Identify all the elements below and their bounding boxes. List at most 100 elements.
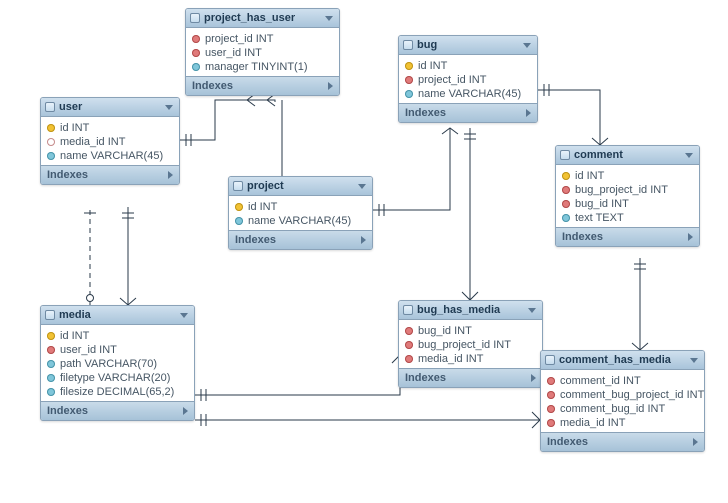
column-row[interactable]: project_id INT bbox=[190, 32, 335, 46]
column-row[interactable]: name VARCHAR(45) bbox=[45, 149, 175, 163]
column-row[interactable]: filesize DECIMAL(65,2) bbox=[45, 385, 190, 399]
column-row[interactable]: id INT bbox=[233, 200, 368, 214]
entity-user[interactable]: user id INT media_id INT name VARCHAR(45… bbox=[40, 97, 180, 185]
chevron-right-icon bbox=[168, 171, 173, 179]
column-list: project_id INT user_id INT manager TINYI… bbox=[186, 28, 339, 76]
fk-icon bbox=[405, 76, 413, 84]
entity-project-has-user[interactable]: project_has_user project_id INT user_id … bbox=[185, 8, 340, 96]
column-row[interactable]: text TEXT bbox=[560, 211, 695, 225]
chevron-right-icon bbox=[531, 374, 536, 382]
entity-bug[interactable]: bug id INT project_id INT name VARCHAR(4… bbox=[398, 35, 538, 123]
column-row[interactable]: user_id INT bbox=[45, 343, 190, 357]
chevron-down-icon[interactable] bbox=[358, 184, 366, 189]
column-row[interactable]: comment_id INT bbox=[545, 374, 700, 388]
fk-icon bbox=[405, 355, 413, 363]
column-row[interactable]: comment_bug_id INT bbox=[545, 402, 700, 416]
column-row[interactable]: filetype VARCHAR(20) bbox=[45, 371, 190, 385]
entity-media[interactable]: media id INT user_id INT path VARCHAR(70… bbox=[40, 305, 195, 421]
entity-header[interactable]: bug_has_media bbox=[399, 301, 542, 320]
column-row[interactable]: bug_project_id INT bbox=[560, 183, 695, 197]
chevron-down-icon[interactable] bbox=[325, 16, 333, 21]
chevron-down-icon[interactable] bbox=[690, 358, 698, 363]
fk-icon bbox=[47, 346, 55, 354]
entity-header[interactable]: bug bbox=[399, 36, 537, 55]
table-icon bbox=[560, 150, 570, 160]
field-icon bbox=[47, 374, 55, 382]
column-list: bug_id INT bug_project_id INT media_id I… bbox=[399, 320, 542, 368]
column-row[interactable]: bug_id INT bbox=[403, 324, 538, 338]
chevron-down-icon[interactable] bbox=[528, 308, 536, 313]
key-icon bbox=[235, 203, 243, 211]
fk-icon bbox=[547, 377, 555, 385]
entity-header[interactable]: project bbox=[229, 177, 372, 196]
entity-title: bug bbox=[417, 39, 437, 51]
entity-comment-has-media[interactable]: comment_has_media comment_id INT comment… bbox=[540, 350, 705, 452]
entity-title: user bbox=[59, 101, 82, 113]
column-row[interactable]: name VARCHAR(45) bbox=[403, 87, 533, 101]
table-icon bbox=[190, 13, 200, 23]
column-list: id INT user_id INT path VARCHAR(70) file… bbox=[41, 325, 194, 401]
indexes-header[interactable]: Indexes bbox=[229, 230, 372, 249]
column-row[interactable]: manager TINYINT(1) bbox=[190, 60, 335, 74]
chevron-right-icon bbox=[693, 438, 698, 446]
entity-header[interactable]: user bbox=[41, 98, 179, 117]
field-icon bbox=[192, 63, 200, 71]
table-icon bbox=[45, 310, 55, 320]
key-icon bbox=[405, 62, 413, 70]
column-row[interactable]: project_id INT bbox=[403, 73, 533, 87]
indexes-header[interactable]: Indexes bbox=[41, 165, 179, 184]
field-icon bbox=[235, 217, 243, 225]
field-icon bbox=[47, 152, 55, 160]
column-row[interactable]: bug_project_id INT bbox=[403, 338, 538, 352]
chevron-right-icon bbox=[183, 407, 188, 415]
table-icon bbox=[233, 181, 243, 191]
column-row[interactable]: id INT bbox=[45, 329, 190, 343]
column-row[interactable]: media_id INT bbox=[545, 416, 700, 430]
column-row[interactable]: path VARCHAR(70) bbox=[45, 357, 190, 371]
indexes-header[interactable]: Indexes bbox=[399, 368, 542, 387]
fk-icon bbox=[405, 341, 413, 349]
entity-comment[interactable]: comment id INT bug_project_id INT bug_id… bbox=[555, 145, 700, 247]
field-icon bbox=[405, 90, 413, 98]
entity-title: project_has_user bbox=[204, 12, 295, 24]
entity-bug-has-media[interactable]: bug_has_media bug_id INT bug_project_id … bbox=[398, 300, 543, 388]
entity-title: bug_has_media bbox=[417, 304, 500, 316]
chevron-right-icon bbox=[328, 82, 333, 90]
er-diagram-canvas: user id INT media_id INT name VARCHAR(45… bbox=[0, 0, 728, 503]
chevron-right-icon bbox=[361, 236, 366, 244]
column-row[interactable]: user_id INT bbox=[190, 46, 335, 60]
entity-title: media bbox=[59, 309, 91, 321]
column-row[interactable]: media_id INT bbox=[403, 352, 538, 366]
entity-header[interactable]: media bbox=[41, 306, 194, 325]
fk-icon bbox=[562, 186, 570, 194]
column-row[interactable]: id INT bbox=[560, 169, 695, 183]
column-row[interactable]: bug_id INT bbox=[560, 197, 695, 211]
indexes-header[interactable]: Indexes bbox=[186, 76, 339, 95]
indexes-header[interactable]: Indexes bbox=[556, 227, 699, 246]
entity-title: comment bbox=[574, 149, 623, 161]
entity-header[interactable]: comment bbox=[556, 146, 699, 165]
column-row[interactable]: comment_bug_project_id INT bbox=[545, 388, 700, 402]
column-row[interactable]: name VARCHAR(45) bbox=[233, 214, 368, 228]
fk-icon bbox=[192, 49, 200, 57]
chevron-down-icon[interactable] bbox=[165, 105, 173, 110]
fk-icon bbox=[562, 200, 570, 208]
entity-header[interactable]: project_has_user bbox=[186, 9, 339, 28]
column-row[interactable]: id INT bbox=[45, 121, 175, 135]
fk-icon bbox=[547, 419, 555, 427]
chevron-down-icon[interactable] bbox=[180, 313, 188, 318]
fk-icon bbox=[405, 327, 413, 335]
entity-header[interactable]: comment_has_media bbox=[541, 351, 704, 370]
key-icon bbox=[562, 172, 570, 180]
column-row[interactable]: id INT bbox=[403, 59, 533, 73]
chevron-down-icon[interactable] bbox=[523, 43, 531, 48]
key-icon bbox=[47, 332, 55, 340]
indexes-header[interactable]: Indexes bbox=[399, 103, 537, 122]
entity-project[interactable]: project id INT name VARCHAR(45) Indexes bbox=[228, 176, 373, 250]
column-row[interactable]: media_id INT bbox=[45, 135, 175, 149]
indexes-header[interactable]: Indexes bbox=[541, 432, 704, 451]
indexes-header[interactable]: Indexes bbox=[41, 401, 194, 420]
chevron-right-icon bbox=[526, 109, 531, 117]
table-icon bbox=[545, 355, 555, 365]
chevron-down-icon[interactable] bbox=[685, 153, 693, 158]
